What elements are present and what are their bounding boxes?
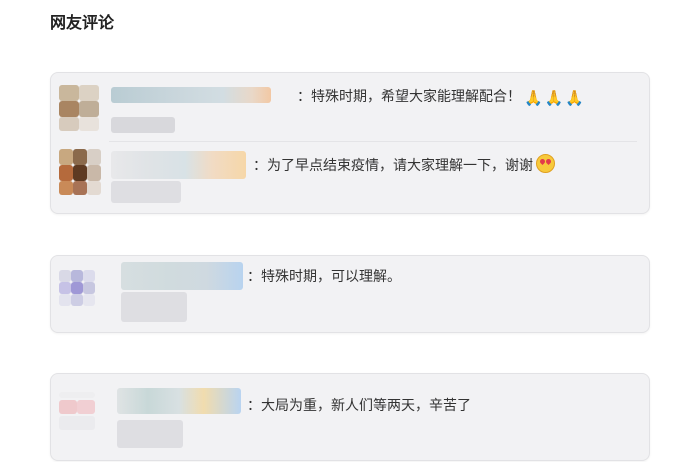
pray-icon: 🙏🙏🙏 [524,89,587,107]
comment-body: ：大局为重，新人们等两天，辛苦了 [247,398,471,414]
comment-card: ：特殊时期，可以理解。 [50,255,650,333]
comment-body: ：特殊时期，希望大家能理解配合！ [297,89,521,105]
comment-card: ：大局为重，新人们等两天，辛苦了 [50,373,650,461]
divider [109,141,637,142]
comment-body: ：特殊时期，可以理解。 [247,269,401,285]
comment-card: ：特殊时期，希望大家能理解配合！ 🙏🙏🙏 ：为了早点结束疫情，请大家理解一下，谢谢 [50,72,650,214]
comment-body: ：为了早点结束疫情，请大家理解一下，谢谢 [253,158,533,174]
comment-item: ：大局为重，新人们等两天，辛苦了 [51,374,649,448]
comment-text: ：大局为重，新人们等两天，辛苦了 [247,395,471,415]
comment-item: ：特殊时期，可以理解。 [51,256,649,324]
comment-text: ：特殊时期，可以理解。 [247,266,401,286]
comment-item: ：特殊时期，希望大家能理解配合！ 🙏🙏🙏 [51,73,649,141]
comment-text: ：特殊时期，希望大家能理解配合！ 🙏🙏🙏 [297,86,586,107]
section-title: 网友评论 [50,13,115,32]
heart-eyes-face-icon [536,154,555,173]
comment-item: ：为了早点结束疫情，请大家理解一下，谢谢 [51,145,649,213]
avatar[interactable] [59,85,99,133]
avatar[interactable] [59,392,95,432]
avatar[interactable] [59,149,101,197]
comment-text: ：为了早点结束疫情，请大家理解一下，谢谢 [253,154,555,175]
avatar[interactable] [59,270,95,310]
